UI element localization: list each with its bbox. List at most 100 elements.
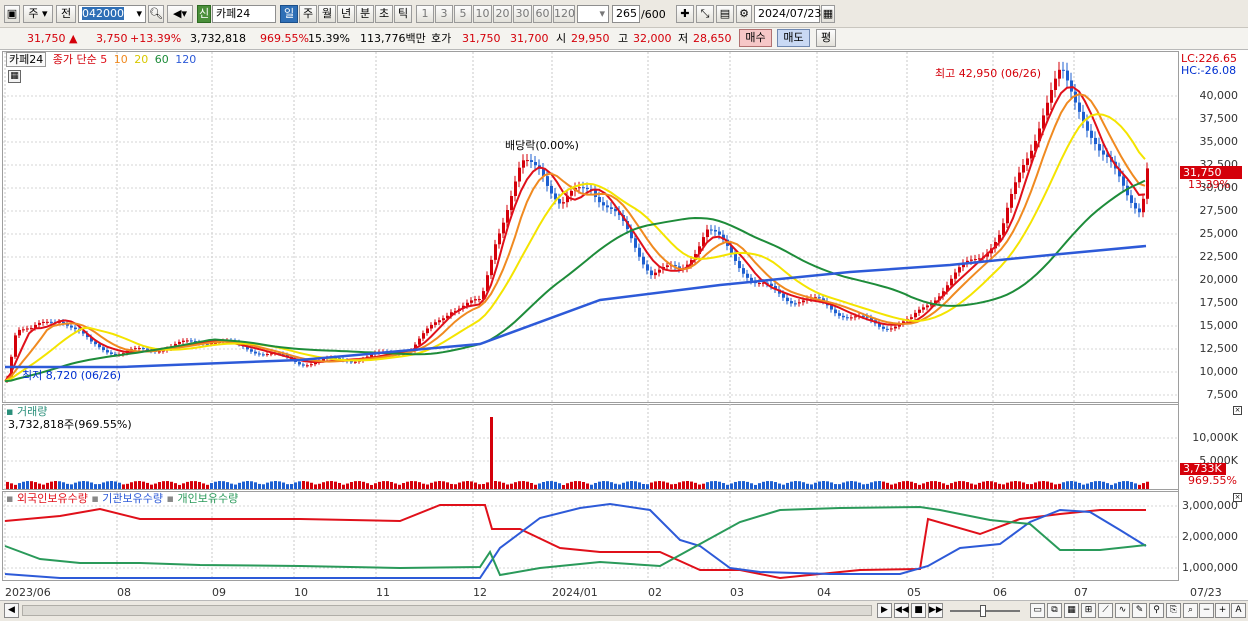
- candle-body: [1018, 172, 1021, 183]
- volume-bar: [434, 481, 437, 489]
- volume-bar: [550, 481, 553, 489]
- chart-stock-title[interactable]: 카페24: [6, 52, 47, 67]
- volume-bar: [630, 481, 633, 489]
- link-icon[interactable]: ⚲: [1149, 603, 1164, 618]
- volume-bar: [26, 481, 29, 489]
- volume-bar: [394, 483, 397, 489]
- volume-bar: [1018, 481, 1021, 489]
- volume-bar: [38, 483, 41, 489]
- volume-bar: [818, 481, 821, 489]
- volume-bar: [778, 483, 781, 489]
- volume-bar: [802, 482, 805, 489]
- candle-body: [1054, 78, 1057, 90]
- volume-bar: [602, 481, 605, 489]
- candle-body: [142, 348, 145, 350]
- volume-bar: [134, 481, 137, 489]
- volume-bar: [922, 483, 925, 489]
- candle-body: [18, 329, 21, 336]
- candle-body: [1146, 168, 1149, 199]
- y-tick-price: 22,500: [1199, 250, 1239, 263]
- y-tick-price: 35,000: [1199, 135, 1239, 148]
- fast-forward-icon[interactable]: ▶▶: [928, 603, 943, 618]
- volume-bar: [834, 484, 837, 489]
- candle-body: [1006, 207, 1009, 224]
- zoom-out-icon[interactable]: −: [1199, 603, 1214, 618]
- volume-bar: [1122, 481, 1125, 489]
- volume-bar: [562, 484, 565, 489]
- stock-chart[interactable]: [0, 0, 1248, 621]
- volume-bar: [474, 482, 477, 489]
- candle-body: [914, 312, 917, 318]
- candle-body: [1046, 102, 1049, 116]
- scrollbar-track[interactable]: [22, 605, 872, 616]
- candle-body: [602, 202, 605, 206]
- volume-bar: [1110, 484, 1113, 489]
- candle-body: [714, 229, 717, 232]
- volume-bar: [1034, 482, 1037, 489]
- stop-icon[interactable]: ■: [911, 603, 926, 618]
- grid-icon[interactable]: ▦: [1064, 603, 1079, 618]
- search-small-icon[interactable]: ⌕: [1183, 603, 1198, 618]
- volume-bar: [338, 482, 341, 489]
- trend-tool-icon[interactable]: ⟋: [1098, 603, 1113, 618]
- overlay-icon[interactable]: ⧉: [1047, 603, 1062, 618]
- chart-layout-icon[interactable]: ▭: [1030, 603, 1045, 618]
- candle-body: [354, 361, 357, 363]
- zoom-in-icon[interactable]: +: [1215, 603, 1230, 618]
- volume-bar: [1042, 481, 1045, 489]
- volume-bar: [1050, 482, 1053, 489]
- volume-bar: [806, 483, 809, 489]
- min-price-note: 최저 8,720 (06/26): [22, 369, 122, 382]
- split-icon[interactable]: ⊞: [1081, 603, 1096, 618]
- volume-bar: [510, 483, 513, 489]
- volume-bar: [782, 484, 785, 489]
- table-toggle-icon[interactable]: ▦: [8, 70, 21, 83]
- candle-body: [738, 260, 741, 269]
- candle-body: [430, 324, 433, 329]
- volume-bar: [270, 481, 273, 489]
- volume-bar: [566, 483, 569, 489]
- candle-body: [1066, 70, 1069, 81]
- copy-icon[interactable]: ⎘: [1166, 603, 1181, 618]
- volume-bar: [770, 481, 773, 489]
- candle-body: [418, 338, 421, 345]
- volume-bar: [638, 482, 641, 489]
- volume-bar: [610, 482, 613, 489]
- rewind-icon[interactable]: ◀◀: [894, 603, 909, 618]
- volume-bar: [362, 481, 365, 489]
- candle-body: [562, 202, 565, 204]
- volume-bar: [30, 481, 33, 489]
- volume-bar: [66, 483, 69, 489]
- volume-bar: [702, 483, 705, 489]
- wave-tool-icon[interactable]: ∿: [1115, 603, 1130, 618]
- volume-bar: [626, 481, 629, 489]
- volume-bar: [310, 482, 313, 489]
- volume-bar: [1014, 481, 1017, 489]
- volume-bar: [50, 481, 53, 489]
- volume-bar: [614, 483, 617, 489]
- volume-bar: [954, 481, 957, 489]
- zoom-slider-handle[interactable]: [980, 605, 986, 617]
- scroll-right-icon[interactable]: ▶: [877, 603, 892, 618]
- candle-body: [854, 316, 857, 318]
- x-tick: 07/23: [1190, 586, 1222, 599]
- volume-bar: [198, 481, 201, 489]
- font-size-icon[interactable]: A: [1231, 603, 1246, 618]
- pen-tool-icon[interactable]: ✎: [1132, 603, 1147, 618]
- volume-bar: [122, 484, 125, 489]
- volume-close-icon[interactable]: ×: [1233, 406, 1242, 415]
- volume-bar: [898, 482, 901, 489]
- candle-body: [578, 187, 581, 189]
- volume-bar: [982, 481, 985, 489]
- scroll-left-icon[interactable]: ◀: [4, 603, 19, 618]
- institution-holding-label: 기관보유수량: [102, 492, 164, 505]
- volume-bar: [326, 481, 329, 489]
- volume-bar: [1058, 483, 1061, 489]
- candle-body: [110, 352, 113, 354]
- volume-value: 3,732,818주(969.55%): [8, 418, 132, 431]
- volume-bar: [926, 481, 929, 489]
- volume-bar: [558, 483, 561, 489]
- candle-body: [106, 350, 109, 353]
- candle-body: [910, 317, 913, 319]
- volume-bar: [722, 483, 725, 489]
